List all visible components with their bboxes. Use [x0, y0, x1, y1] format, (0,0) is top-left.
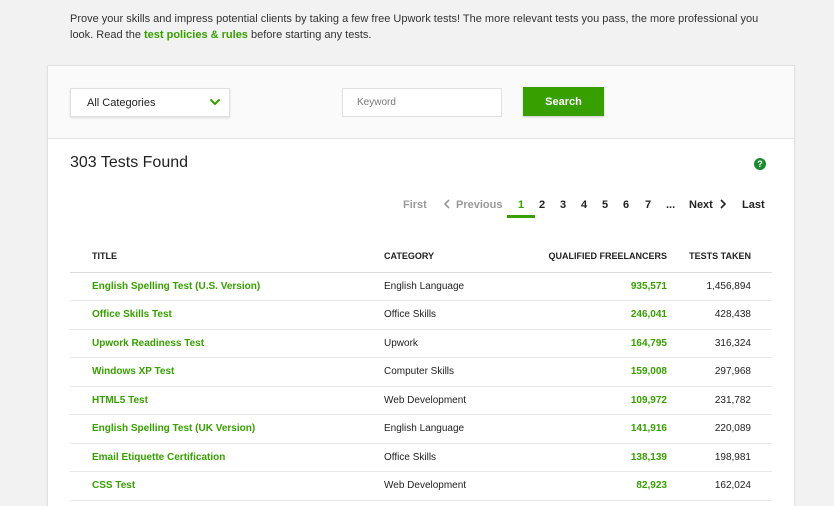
pagination-page-6[interactable]: 6	[623, 199, 629, 211]
test-title-link[interactable]: English Spelling Test (U.S. Version)	[70, 272, 384, 301]
test-title-link[interactable]: CSS Test	[70, 471, 384, 501]
chevron-left-icon	[443, 199, 450, 209]
test-category: Computer Skills	[384, 357, 504, 387]
test-title-link[interactable]: Windows XP Test	[70, 357, 384, 387]
pagination-page-7[interactable]: 7	[645, 199, 651, 211]
test-title-link[interactable]: Email Etiquette Certification	[70, 443, 384, 472]
column-header-title[interactable]: TITLE	[70, 241, 384, 273]
tests-taken-count: 231,782	[667, 386, 772, 415]
test-category: English Language	[384, 414, 504, 444]
test-category: Office Skills	[384, 300, 504, 330]
tests-taken-count: 198,981	[667, 443, 772, 472]
qualified-count: 159,008	[504, 357, 667, 387]
table-row: HTML5 Test Web Development 109,972 231,7…	[70, 386, 772, 415]
chevron-down-icon	[210, 99, 220, 105]
column-header-category[interactable]: CATEGORY	[384, 241, 504, 273]
pagination-ellipsis: ...	[666, 199, 676, 211]
filter-bar: All Categories Search	[48, 66, 794, 139]
tests-card: All Categories Search 303 Tests Found ? …	[47, 65, 795, 506]
pagination-previous[interactable]: Previous	[443, 199, 502, 211]
qualified-count: 82,923	[504, 471, 667, 501]
pagination: First Previous 1 2 3 4 5 6 7 ... Next La…	[48, 199, 794, 219]
pagination-next[interactable]: Next	[689, 199, 727, 211]
qualified-count: 246,041	[504, 300, 667, 330]
pagination-page-4[interactable]: 4	[581, 199, 587, 211]
qualified-count: 141,916	[504, 414, 667, 444]
qualified-count: 164,795	[504, 329, 667, 358]
test-category: Upwork	[384, 329, 504, 358]
qualified-count: 138,139	[504, 443, 667, 472]
pagination-page-5[interactable]: 5	[602, 199, 608, 211]
pagination-previous-label: Previous	[456, 199, 503, 211]
results-count-title: 303 Tests Found	[70, 154, 189, 171]
test-category: English Language	[384, 272, 504, 301]
qualified-count: 935,571	[504, 272, 667, 301]
tests-taken-count: 297,968	[667, 357, 772, 387]
pagination-page-3[interactable]: 3	[560, 199, 566, 211]
keyword-input[interactable]	[342, 88, 502, 117]
table-row: Upwork Readiness Test Upwork 164,795 316…	[70, 329, 772, 358]
table-row: English Spelling Test (UK Version) Engli…	[70, 414, 772, 444]
qualified-count: 109,972	[504, 386, 667, 415]
test-category: Office Skills	[384, 443, 504, 472]
tests-taken-count: 220,089	[667, 414, 772, 444]
tests-taken-count: 1,456,894	[667, 272, 772, 301]
test-title-link[interactable]: Upwork Readiness Test	[70, 329, 384, 358]
pagination-page-2[interactable]: 2	[539, 199, 545, 211]
column-header-qualified[interactable]: QUALIFIED FREELANCERS	[504, 241, 667, 273]
table-row: English Spelling Test (U.S. Version) Eng…	[70, 272, 772, 301]
search-button[interactable]: Search	[523, 87, 604, 116]
table-row: Windows XP Test Computer Skills 159,008 …	[70, 357, 772, 387]
pagination-last[interactable]: Last	[742, 199, 765, 211]
help-icon[interactable]: ?	[754, 158, 766, 170]
intro-text-after: before starting any tests.	[247, 29, 372, 41]
test-title-link[interactable]: HTML5 Test	[70, 386, 384, 415]
tests-taken-count: 162,024	[667, 471, 772, 501]
tests-table: TITLE CATEGORY QUALIFIED FREELANCERS TES…	[70, 241, 772, 501]
table-row: Office Skills Test Office Skills 246,041…	[70, 300, 772, 330]
table-row: Email Etiquette Certification Office Ski…	[70, 443, 772, 472]
tests-taken-count: 316,324	[667, 329, 772, 358]
table-row: CSS Test Web Development 82,923 162,024	[70, 471, 772, 501]
test-category: Web Development	[384, 386, 504, 415]
test-title-link[interactable]: Office Skills Test	[70, 300, 384, 330]
test-policies-link[interactable]: test policies & rules	[144, 29, 248, 41]
intro-text: Prove your skills and impress potential …	[70, 11, 770, 43]
pagination-page-1[interactable]: 1	[506, 199, 536, 218]
test-title-link[interactable]: English Spelling Test (UK Version)	[70, 414, 384, 444]
tests-taken-count: 428,438	[667, 300, 772, 330]
chevron-right-icon	[720, 199, 726, 209]
category-select[interactable]: All Categories	[70, 88, 230, 117]
column-header-taken[interactable]: TESTS TAKEN	[667, 241, 772, 273]
test-category: Web Development	[384, 471, 504, 501]
pagination-next-label: Next	[689, 199, 713, 211]
pagination-first[interactable]: First	[403, 199, 427, 211]
category-select-value: All Categories	[87, 97, 156, 109]
table-header-row: TITLE CATEGORY QUALIFIED FREELANCERS TES…	[70, 241, 772, 273]
